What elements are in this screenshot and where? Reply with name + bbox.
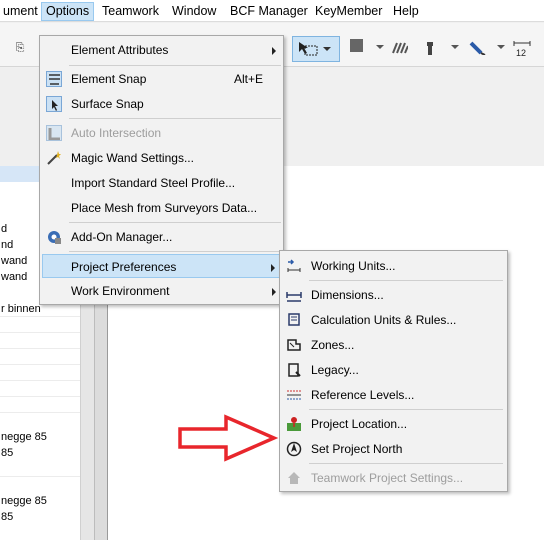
menu-separator: [69, 251, 281, 252]
menu-item-calculation-units[interactable]: Calculation Units & Rules...: [282, 308, 505, 332]
list-item[interactable]: 85: [0, 445, 80, 461]
selected-tool-button[interactable]: [292, 36, 340, 62]
submenu-arrow-icon: [272, 47, 276, 55]
menu-item-surface-snap[interactable]: Surface Snap: [42, 92, 281, 116]
working-units-icon: [287, 259, 301, 272]
row-divider: [0, 380, 80, 381]
menu-item-dimensions[interactable]: Dimensions...: [282, 283, 505, 307]
reference-levels-icon: [287, 390, 301, 400]
menu-teamwork[interactable]: Teamwork: [98, 2, 163, 21]
calculation-units-icon: [288, 313, 300, 326]
zones-icon: [287, 339, 301, 351]
options-menu: Element Attributes Element Snap Alt+E Su…: [39, 35, 284, 305]
menu-separator: [69, 65, 281, 66]
add-on-manager-icon: [48, 231, 61, 244]
menu-keymember[interactable]: KeyMember: [311, 2, 386, 21]
menu-item-element-attributes[interactable]: Element Attributes: [42, 38, 281, 62]
menu-item-label: Place Mesh from Surveyors Data...: [71, 201, 258, 215]
menu-item-project-preferences[interactable]: Project Preferences: [42, 254, 281, 278]
menu-item-magic-wand-settings[interactable]: Magic Wand Settings...: [42, 146, 281, 170]
menu-item-label: Add-On Manager...: [71, 230, 173, 244]
magic-wand-icon: [47, 151, 61, 165]
menu-document[interactable]: ument: [0, 2, 42, 21]
menu-bcf-manager[interactable]: BCF Manager: [226, 2, 312, 21]
paste-icon[interactable]: ⎘: [13, 41, 27, 55]
auto-intersection-icon: [46, 125, 62, 141]
menu-item-project-location[interactable]: Project Location...: [282, 412, 505, 436]
row-divider: [0, 364, 80, 365]
menu-item-label: Surface Snap: [71, 97, 144, 111]
menu-item-label: Auto Intersection: [71, 126, 162, 140]
menu-item-teamwork-project-settings[interactable]: Teamwork Project Settings...: [282, 466, 505, 490]
menu-separator: [309, 409, 503, 410]
menu-item-label: Element Attributes: [71, 43, 169, 57]
element-snap-icon: [46, 71, 62, 87]
menu-separator: [309, 280, 503, 281]
row-divider: [0, 476, 80, 477]
project-preferences-submenu: Working Units... Dimensions... Calculati…: [279, 250, 508, 492]
menu-bar: ument Options Teamwork Window BCF Manage…: [0, 0, 544, 22]
teamwork-settings-icon: [288, 472, 300, 484]
menu-item-label: Teamwork Project Settings...: [311, 471, 464, 485]
menu-item-label: Work Environment: [71, 284, 170, 298]
project-location-icon: [287, 417, 301, 431]
menu-help[interactable]: Help: [389, 2, 423, 21]
dimensions-icon: [286, 292, 302, 302]
menu-item-import-steel-profile[interactable]: Import Standard Steel Profile...: [42, 171, 281, 195]
menu-item-label: Set Project North: [311, 442, 403, 456]
svg-text:12: 12: [516, 48, 526, 57]
menu-separator: [69, 118, 281, 119]
menu-item-label: Working Units...: [311, 259, 396, 273]
submenu-arrow-icon: [271, 264, 275, 272]
menu-item-work-environment[interactable]: Work Environment: [42, 279, 281, 303]
hatch-icon[interactable]: [392, 41, 408, 55]
row-divider: [0, 316, 80, 317]
row-divider: [0, 412, 80, 413]
dimension-tool-icon[interactable]: 12: [513, 41, 531, 57]
list-item[interactable]: 85: [0, 509, 80, 525]
submenu-arrow-icon: [272, 288, 276, 296]
select-window-icon: [299, 42, 331, 56]
legacy-icon: [288, 363, 301, 377]
menu-item-label: Project Preferences: [71, 260, 177, 274]
menu-item-label: Reference Levels...: [311, 388, 415, 402]
menu-item-auto-intersection[interactable]: Auto Intersection: [42, 121, 281, 145]
menu-item-label: Project Location...: [311, 417, 408, 431]
menu-item-label: Magic Wand Settings...: [71, 151, 194, 165]
list-item[interactable]: negge 85: [0, 429, 80, 445]
project-north-icon: [286, 441, 302, 457]
menu-item-shortcut: Alt+E: [233, 72, 263, 86]
pen-tool-icon[interactable]: [469, 41, 487, 55]
menu-item-zones[interactable]: Zones...: [282, 333, 505, 357]
menu-window[interactable]: Window: [168, 2, 220, 21]
menu-item-reference-levels[interactable]: Reference Levels...: [282, 383, 505, 407]
menu-item-place-mesh[interactable]: Place Mesh from Surveyors Data...: [42, 196, 281, 220]
menu-item-legacy[interactable]: Legacy...: [282, 358, 505, 382]
row-divider: [0, 348, 80, 349]
column-icon[interactable]: [423, 41, 437, 55]
menu-item-label: Import Standard Steel Profile...: [71, 176, 236, 190]
menu-separator: [309, 463, 503, 464]
surface-snap-icon: [46, 96, 62, 112]
row-divider: [0, 396, 80, 397]
row-divider: [0, 332, 80, 333]
list-item[interactable]: negge 85: [0, 493, 80, 509]
menu-separator: [69, 222, 281, 223]
menu-item-label: Dimensions...: [311, 288, 384, 302]
menu-item-add-on-manager[interactable]: Add-On Manager...: [42, 225, 281, 249]
annotation-arrow-icon: [178, 414, 278, 462]
menu-item-set-project-north[interactable]: Set Project North: [282, 437, 505, 461]
menu-item-label: Legacy...: [311, 363, 359, 377]
pen-dropdown-caret[interactable]: [497, 45, 505, 49]
column-dropdown-caret[interactable]: [451, 45, 459, 49]
menu-item-working-units[interactable]: Working Units...: [282, 254, 505, 278]
fill-icon[interactable]: [350, 39, 363, 52]
fill-dropdown-caret[interactable]: [376, 45, 384, 49]
menu-options[interactable]: Options: [41, 2, 95, 21]
menu-item-label: Element Snap: [71, 72, 147, 86]
menu-item-label: Zones...: [311, 338, 355, 352]
menu-item-label: Calculation Units & Rules...: [311, 313, 457, 327]
menu-item-element-snap[interactable]: Element Snap Alt+E: [42, 67, 281, 91]
